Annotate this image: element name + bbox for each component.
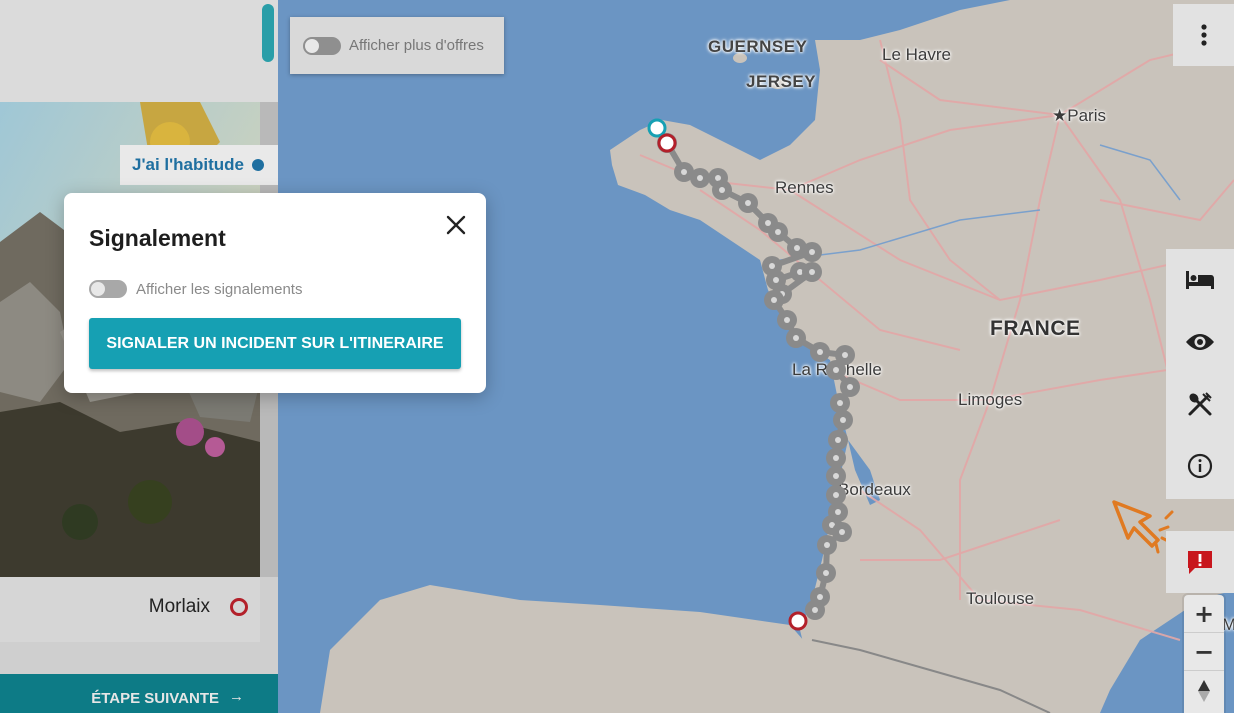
offers-toggle-label: Afficher plus d'offres <box>349 37 484 54</box>
route-stage-dot <box>824 542 830 548</box>
stop-marker-icon <box>230 598 248 616</box>
compass-icon <box>1198 680 1210 702</box>
bed-icon <box>1186 271 1214 289</box>
habit-badge[interactable]: J'ai l'habitude <box>120 145 278 185</box>
panel-header <box>0 0 278 102</box>
show-reports-toggle[interactable] <box>89 280 127 298</box>
route-stage-dot <box>817 349 823 355</box>
route-stage-dot <box>835 437 841 443</box>
zoom-controls: + − <box>1184 595 1224 713</box>
route-stage-dot <box>839 529 845 535</box>
stop-row[interactable]: Morlaix <box>0 577 260 642</box>
route-stage-dot <box>765 220 771 226</box>
offers-toggle-box: Afficher plus d'offres <box>290 17 504 74</box>
route-stage-dot <box>812 607 818 613</box>
stop-name: Morlaix <box>148 596 210 617</box>
info-icon <box>1187 453 1213 479</box>
route-stage-dot <box>840 417 846 423</box>
zoom-in-button[interactable]: + <box>1184 595 1224 633</box>
route-stage-dot <box>823 570 829 576</box>
lodging-button[interactable] <box>1166 249 1234 311</box>
route-stage-dot <box>771 297 777 303</box>
layer-toolbar <box>1166 249 1234 499</box>
route-stage-dot <box>697 175 703 181</box>
info-button[interactable] <box>1166 435 1234 497</box>
habit-dot-icon <box>252 159 264 171</box>
route-stage-dot <box>775 229 781 235</box>
report-incident-button[interactable]: SIGNALER UN INCIDENT SUR L'ITINERAIRE <box>89 318 461 369</box>
modal-title: Signalement <box>89 225 226 251</box>
more-options-button[interactable] <box>1173 4 1234 66</box>
route-stage-dot <box>833 492 839 498</box>
current-stage-marker <box>657 133 677 153</box>
route-stage-dot <box>794 245 800 251</box>
food-button[interactable] <box>1166 373 1234 435</box>
offers-toggle-switch[interactable] <box>303 36 341 55</box>
end-marker <box>788 611 808 631</box>
zoom-out-button[interactable]: − <box>1184 633 1224 671</box>
start-marker <box>647 118 667 138</box>
visit-button[interactable] <box>1166 311 1234 373</box>
route-stage-dot <box>817 594 823 600</box>
report-alert-icon <box>1188 551 1212 574</box>
route-stage-dot <box>809 269 815 275</box>
route-stage-dot <box>833 473 839 479</box>
show-reports-row: Afficher les signalements <box>89 280 302 298</box>
route-stage-dot <box>837 400 843 406</box>
next-step-label: ÉTAPE SUIVANTE <box>91 690 219 707</box>
route-stage-dot <box>793 335 799 341</box>
route-stage-dot <box>809 249 815 255</box>
show-reports-label: Afficher les signalements <box>136 280 303 298</box>
route-stage-dot <box>681 169 687 175</box>
route-stage-dot <box>847 384 853 390</box>
dots-vertical-icon <box>1200 24 1207 46</box>
route-stage-dot <box>719 187 725 193</box>
next-step-button[interactable]: ÉTAPE SUIVANTE → <box>0 674 278 713</box>
fork-knife-icon <box>1188 392 1212 416</box>
route-stage-dot <box>769 263 775 269</box>
scrollbar-thumb[interactable] <box>262 4 274 62</box>
route-stage-dot <box>773 277 779 283</box>
route-stage-dot <box>833 367 839 373</box>
close-button[interactable] <box>441 210 471 240</box>
route-stage-dot <box>715 175 721 181</box>
habit-badge-label: J'ai l'habitude <box>132 155 244 174</box>
report-button[interactable] <box>1166 531 1234 593</box>
route-stage-dot <box>835 509 841 515</box>
compass-button[interactable] <box>1184 671 1224 711</box>
arrow-right-icon: → <box>229 688 244 705</box>
report-modal: Signalement Afficher les signalements SI… <box>64 193 486 393</box>
route-stage-dot <box>745 200 751 206</box>
route-stage-dot <box>784 317 790 323</box>
close-icon <box>446 215 466 235</box>
route-stage-dot <box>833 455 839 461</box>
route-stage-dot <box>842 352 848 358</box>
eye-icon <box>1186 334 1214 350</box>
